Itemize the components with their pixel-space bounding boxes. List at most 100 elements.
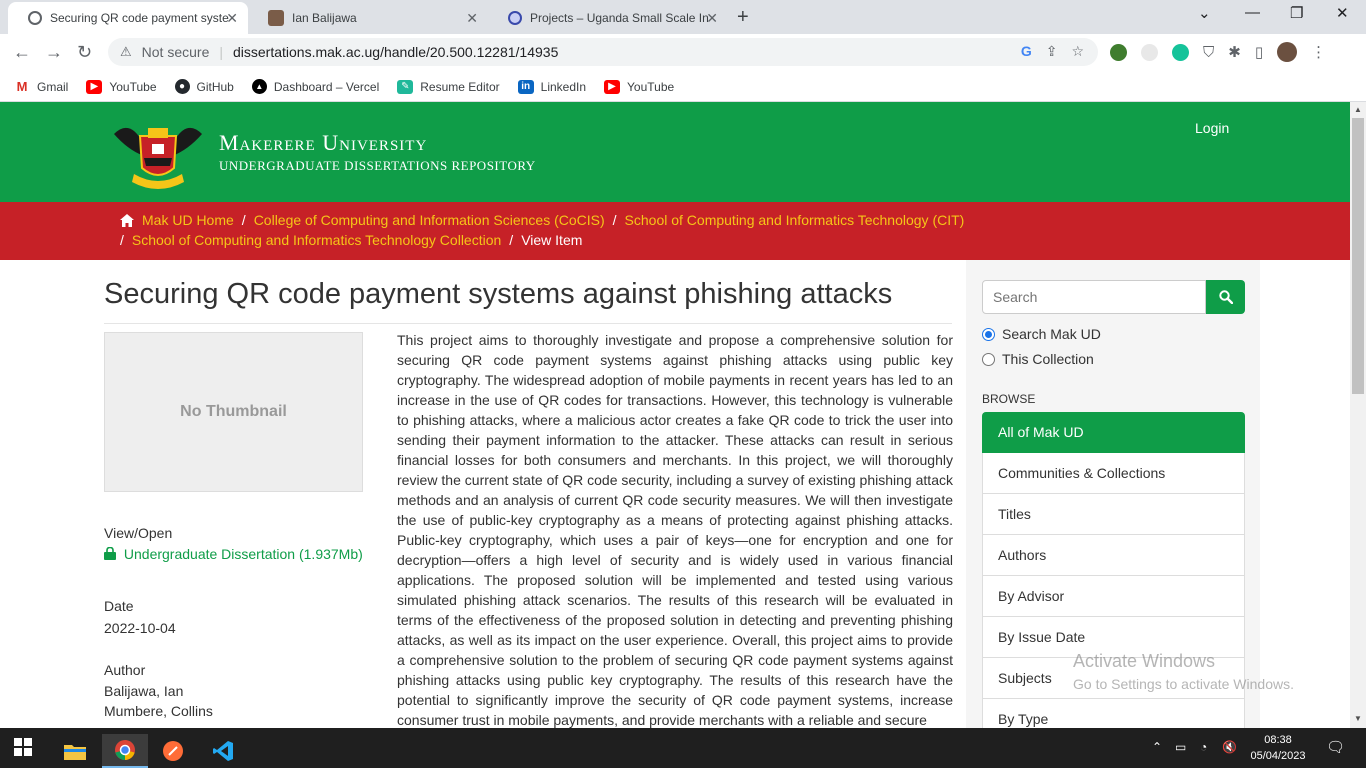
address-bar[interactable]: ⚠ Not secure | dissertations.mak.ac.ug/h… [108,38,1098,66]
back-icon[interactable]: ← [13,42,31,63]
postman-button[interactable] [150,734,196,768]
breadcrumb-row-1: Mak UD Home / College of Computing and I… [120,212,964,228]
resume-icon: ✎ [397,79,414,94]
breadcrumb-college[interactable]: College of Computing and Information Sci… [254,212,605,228]
battery-icon[interactable]: ▭ [1175,740,1186,754]
bookmark-youtube[interactable]: ▶ YouTube [86,79,157,94]
reload-icon[interactable]: ↻ [77,42,92,63]
tab-ian-balijawa[interactable]: Ian Balijawa ✕ [248,2,488,34]
browse-titles[interactable]: Titles [982,494,1245,535]
gmail-icon: M [16,79,28,94]
bookmark-label: LinkedIn [540,79,587,94]
breadcrumb-separator: / [241,212,246,228]
scrollbar-thumb[interactable] [1352,118,1364,394]
chevron-up-icon[interactable]: ⌃ [1152,740,1162,754]
breadcrumb: Mak UD Home / College of Computing and I… [0,202,1350,260]
youtube-icon: ▶ [604,79,621,94]
home-icon[interactable] [120,213,134,227]
globe-favicon-icon [508,11,522,25]
close-icon[interactable]: ✕ [226,10,238,27]
bookmarks-bar: M Gmail ▶ YouTube ● GitHub ▲ Dashboard –… [0,72,1366,102]
url-text[interactable]: dissertations.mak.ac.ug/handle/20.500.12… [233,44,558,60]
search-button[interactable] [1206,280,1245,314]
chrome-button[interactable] [102,734,148,768]
bookmark-label: YouTube [109,79,157,94]
avatar[interactable] [1277,42,1298,62]
radio-unselected[interactable] [982,352,995,366]
breadcrumb-collection[interactable]: School of Computing and Informatics Tech… [132,232,501,248]
bookmark-label: Gmail [37,79,69,94]
tab-active[interactable]: Securing QR code payment syste ✕ [8,2,248,34]
close-window-icon[interactable]: ✕ [1336,4,1349,22]
breadcrumb-separator: / [612,212,617,228]
date-label: Date [104,598,134,614]
extension-globe-icon[interactable] [1110,43,1127,61]
puzzle-icon[interactable]: ✱ [1228,43,1241,61]
close-icon[interactable]: ✕ [466,10,478,27]
warning-icon[interactable]: ⚠ [120,44,132,60]
breadcrumb-school[interactable]: School of Computing and Informatics Tech… [625,212,965,228]
bookmark-youtube-2[interactable]: ▶ YouTube [604,79,674,94]
bookmark-github[interactable]: ● GitHub [174,79,234,94]
scope-option-site[interactable]: Search Mak UD [982,326,1101,342]
thumbnail-placeholder[interactable]: No Thumbnail [104,332,363,492]
file-download-link[interactable]: Undergraduate Dissertation (1.937Mb) [104,546,363,562]
youtube-icon: ▶ [86,79,103,94]
login-link[interactable]: Login [1195,120,1229,136]
start-button[interactable] [0,730,46,764]
menu-icon[interactable]: ⋮ [1311,43,1326,61]
thumbnail-text: No Thumbnail [180,403,287,420]
restore-icon[interactable]: ❐ [1290,4,1303,22]
search-input[interactable] [982,280,1206,314]
side-panel-icon[interactable]: ▯ [1255,43,1263,61]
bookmark-gmail[interactable]: M Gmail [14,79,69,94]
new-tab-icon[interactable]: + [737,6,749,29]
site-favicon-icon [28,11,42,25]
github-icon: ● [174,79,190,94]
tab-title: Ian Balijawa [292,11,357,25]
wifi-icon[interactable]: ◔ [1200,740,1207,754]
scroll-down-icon[interactable]: ▼ [1354,714,1362,723]
minimize-icon[interactable]: — [1245,4,1260,21]
file-explorer-button[interactable] [52,734,98,768]
page-scrollbar[interactable]: ▲ ▼ [1350,102,1366,728]
scroll-up-icon[interactable]: ▲ [1354,105,1362,114]
radio-selected[interactable] [982,327,995,341]
file-link-label[interactable]: Undergraduate Dissertation (1.937Mb) [124,546,363,562]
browser-tab-strip: Securing QR code payment syste ✕ Ian Bal… [0,0,1366,34]
tab-search-icon[interactable]: ⌄ [1198,4,1211,22]
scope-option-collection[interactable]: This Collection [982,351,1094,367]
extension-face-icon[interactable] [1141,43,1158,61]
notification-icon[interactable]: 🗨 [1326,738,1345,756]
clock-time: 08:38 [1264,734,1292,746]
google-icon[interactable]: G [1021,43,1032,60]
share-icon[interactable]: ⇪ [1046,43,1058,60]
author-link[interactable]: Mumbere, Collins [104,703,213,719]
repository-subtitle: Undergraduate Dissertations Repository [219,158,536,173]
bookmark-resume-editor[interactable]: ✎ Resume Editor [397,79,500,94]
tab-projects[interactable]: Projects – Uganda Small Scale In ✕ [488,2,728,34]
volume-icon[interactable]: 🔇 [1222,740,1237,754]
breadcrumb-home[interactable]: Mak UD Home [142,212,234,228]
forward-icon[interactable]: → [45,42,63,63]
divider: | [219,44,223,60]
bookmark-vercel[interactable]: ▲ Dashboard – Vercel [251,79,379,94]
abstract-text: This project aims to thoroughly investig… [397,332,953,728]
date-value: 2022-10-04 [104,620,176,636]
close-icon[interactable]: ✕ [706,10,718,27]
browse-communities[interactable]: Communities & Collections [982,453,1245,494]
university-crest-icon[interactable] [110,116,206,196]
browse-all[interactable]: All of Mak UD [982,412,1245,453]
browse-authors[interactable]: Authors [982,535,1245,576]
browse-advisor[interactable]: By Advisor [982,576,1245,617]
vscode-button[interactable] [200,734,246,768]
browse-type[interactable]: By Type [982,699,1245,728]
grammarly-icon[interactable] [1172,43,1189,61]
university-name[interactable]: Makerere University [219,130,427,156]
bookmark-linkedin[interactable]: in LinkedIn [517,79,587,94]
bookmark-star-icon[interactable]: ☆ [1071,43,1084,60]
shield-icon[interactable]: ⛉ [1203,44,1214,61]
system-clock[interactable]: 08:38 05/04/2023 [1246,732,1310,764]
security-label[interactable]: Not secure [142,44,210,60]
author-link[interactable]: Balijawa, Ian [104,683,183,699]
